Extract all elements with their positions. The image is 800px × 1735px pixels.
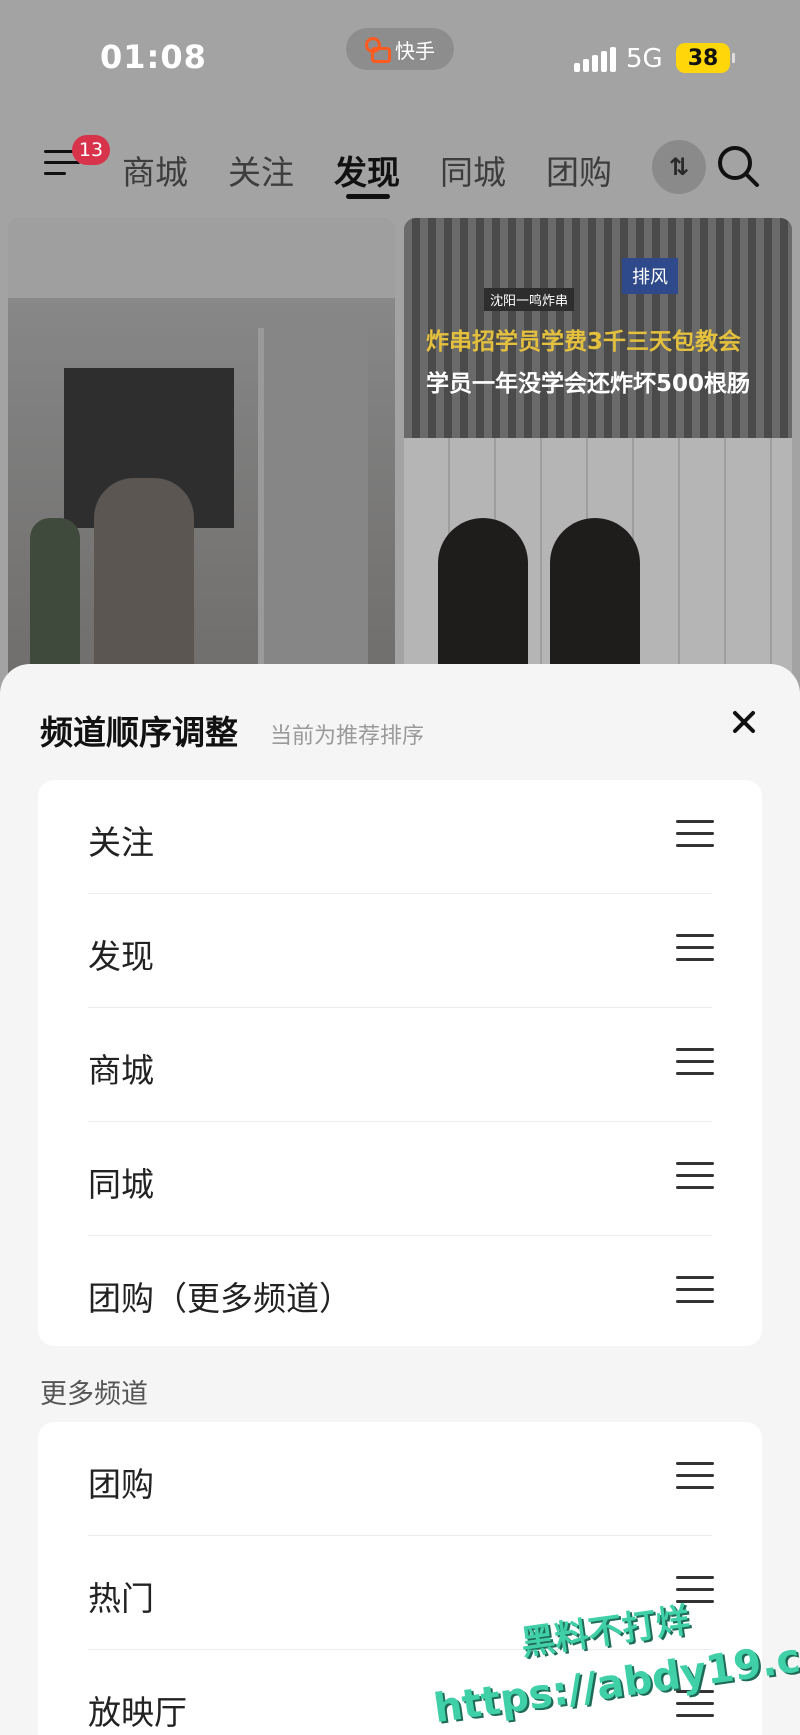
channel-label: 同城 xyxy=(88,1165,154,1204)
tab-mall[interactable]: 商城 xyxy=(122,146,188,194)
drag-handle-icon[interactable] xyxy=(676,1048,714,1078)
list-item[interactable]: 同城 xyxy=(38,1122,762,1236)
channel-label: 发现 xyxy=(88,937,154,976)
search-button[interactable] xyxy=(714,142,762,190)
channel-label: 商城 xyxy=(88,1051,154,1090)
status-bar: 01:08 快手 5G 38 xyxy=(0,0,800,110)
exhaust-sign: 排风 xyxy=(622,258,678,294)
sort-channels-button[interactable]: ⇅ xyxy=(652,140,706,194)
tab-local[interactable]: 同城 xyxy=(440,146,506,194)
close-button[interactable] xyxy=(726,704,762,740)
channel-order-sheet: 频道顺序调整 当前为推荐排序 关注 发现 商城 同城 团购（更多频道） 更多频道… xyxy=(0,664,800,1735)
video-card-left[interactable] xyxy=(8,218,395,698)
channel-label: 团购（更多频道） xyxy=(88,1279,352,1318)
video-tag: 沈阳一鸣炸串 xyxy=(484,288,575,311)
signal-icon xyxy=(574,46,616,72)
tab-discover[interactable]: 发现 xyxy=(334,146,400,194)
tab-follow[interactable]: 关注 xyxy=(228,146,294,194)
battery-indicator: 38 xyxy=(676,43,735,73)
search-icon xyxy=(718,146,759,187)
video-card-right[interactable]: 排风 沈阳一鸣炸串 炸串招学员学费3千三天包教会 学员一年没学会还炸坏500根肠 xyxy=(404,218,792,698)
channel-label: 团购 xyxy=(88,1465,154,1504)
channel-label: 关注 xyxy=(88,823,154,862)
channel-label: 放映厅 xyxy=(88,1693,187,1732)
list-item[interactable]: 团购（更多频道） xyxy=(38,1236,762,1350)
video-caption-line2: 学员一年没学会还炸坏500根肠 xyxy=(426,371,751,397)
drag-handle-icon[interactable] xyxy=(676,1162,714,1192)
app-name: 快手 xyxy=(395,38,435,63)
sheet-subtitle: 当前为推荐排序 xyxy=(270,724,425,749)
active-tab-indicator xyxy=(346,194,390,199)
drag-handle-icon[interactable] xyxy=(676,1276,714,1306)
list-item[interactable]: 商城 xyxy=(38,1008,762,1122)
tab-groupbuy[interactable]: 团购 xyxy=(546,146,612,194)
network-type: 5G xyxy=(626,44,663,74)
top-tab-bar: 13 商城 关注 发现 同城 团购 ⇅ xyxy=(0,130,800,202)
video-caption-line1: 炸串招学员学费3千三天包教会 xyxy=(426,329,742,355)
close-icon xyxy=(733,711,755,733)
app-indicator-pill: 快手 xyxy=(346,28,454,70)
status-time: 01:08 xyxy=(100,38,207,76)
drag-handle-icon[interactable] xyxy=(676,820,714,850)
list-item[interactable]: 团购 xyxy=(38,1422,762,1536)
list-item[interactable]: 发现 xyxy=(38,894,762,1008)
notification-badge: 13 xyxy=(72,135,110,165)
background-app: 01:08 快手 5G 38 13 商城 关注 发现 同城 团购 ⇅ 排风 沈阳… xyxy=(0,0,800,700)
list-item[interactable]: 关注 xyxy=(38,780,762,894)
sheet-title: 频道顺序调整 xyxy=(40,713,238,752)
channel-list: 关注 发现 商城 同城 团购（更多频道） xyxy=(38,780,762,1346)
channel-label: 热门 xyxy=(88,1579,154,1618)
kuaishou-logo-icon xyxy=(365,37,391,63)
drag-handle-icon[interactable] xyxy=(676,1462,714,1492)
more-channels-label: 更多频道 xyxy=(40,1379,148,1410)
drag-handle-icon[interactable] xyxy=(676,934,714,964)
